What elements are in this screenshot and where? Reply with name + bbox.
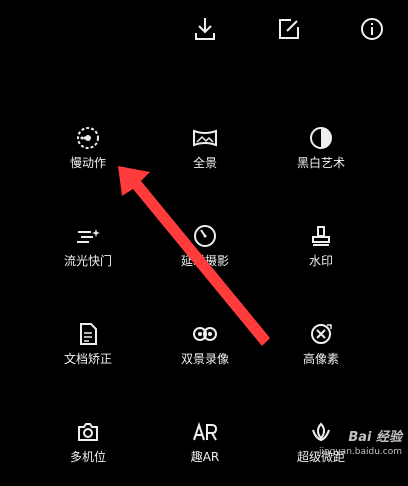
mode-label: 文档矫正	[63, 352, 112, 366]
mode-label: 水印	[308, 254, 333, 268]
monochrome-icon	[310, 127, 332, 149]
mode-label: 慢动作	[69, 156, 106, 170]
baidu-watermark: Bai 经验 jingyan.baidu.com	[319, 431, 402, 459]
ar-fun-icon	[193, 421, 218, 441]
watermark-icon	[312, 226, 330, 246]
mode-monochrome[interactable]: 黑白艺术	[266, 126, 376, 192]
slow-motion-icon	[77, 127, 99, 149]
mode-label: 趣AR	[190, 450, 220, 464]
mode-label: 多机位	[69, 450, 106, 464]
time-lapse-icon	[194, 225, 216, 247]
mode-multi-camera[interactable]: 多机位	[33, 420, 143, 486]
mode-label: 延时摄影	[180, 254, 229, 268]
mode-high-resolution[interactable]: 高像素	[266, 322, 376, 388]
top-toolbar	[0, 14, 408, 46]
document-correction-icon	[80, 323, 97, 345]
edit-button[interactable]	[276, 14, 302, 44]
edit-icon	[279, 19, 299, 39]
panorama-icon	[193, 129, 217, 147]
light-painting-icon	[77, 229, 100, 243]
download-button[interactable]	[192, 14, 218, 44]
mode-slow-motion[interactable]: 慢动作	[33, 126, 143, 192]
mode-panorama[interactable]: 全景	[150, 126, 260, 192]
multi-camera-icon	[78, 423, 98, 441]
download-icon	[195, 18, 215, 40]
mode-dual-view[interactable]: 双景录像	[150, 322, 260, 388]
high-resolution-icon	[311, 324, 332, 344]
dual-view-icon	[193, 327, 217, 341]
info-button[interactable]	[359, 14, 385, 44]
watermark-url: jingyan.baidu.com	[318, 447, 402, 457]
mode-time-lapse[interactable]: 延时摄影	[150, 224, 260, 290]
mode-document-correction[interactable]: 文档矫正	[33, 322, 143, 388]
mode-label: 高像素	[302, 352, 339, 366]
mode-ar-fun[interactable]: 趣AR	[150, 420, 260, 486]
mode-light-painting[interactable]: 流光快门	[33, 224, 143, 290]
info-icon	[361, 18, 383, 40]
watermark-title: Bai 经验	[348, 430, 402, 445]
mode-watermark[interactable]: 水印	[266, 224, 376, 290]
mode-label: 全景	[192, 156, 217, 170]
mode-label: 黑白艺术	[296, 156, 345, 170]
mode-label: 流光快门	[63, 254, 112, 268]
mode-label: 双景录像	[180, 352, 229, 366]
